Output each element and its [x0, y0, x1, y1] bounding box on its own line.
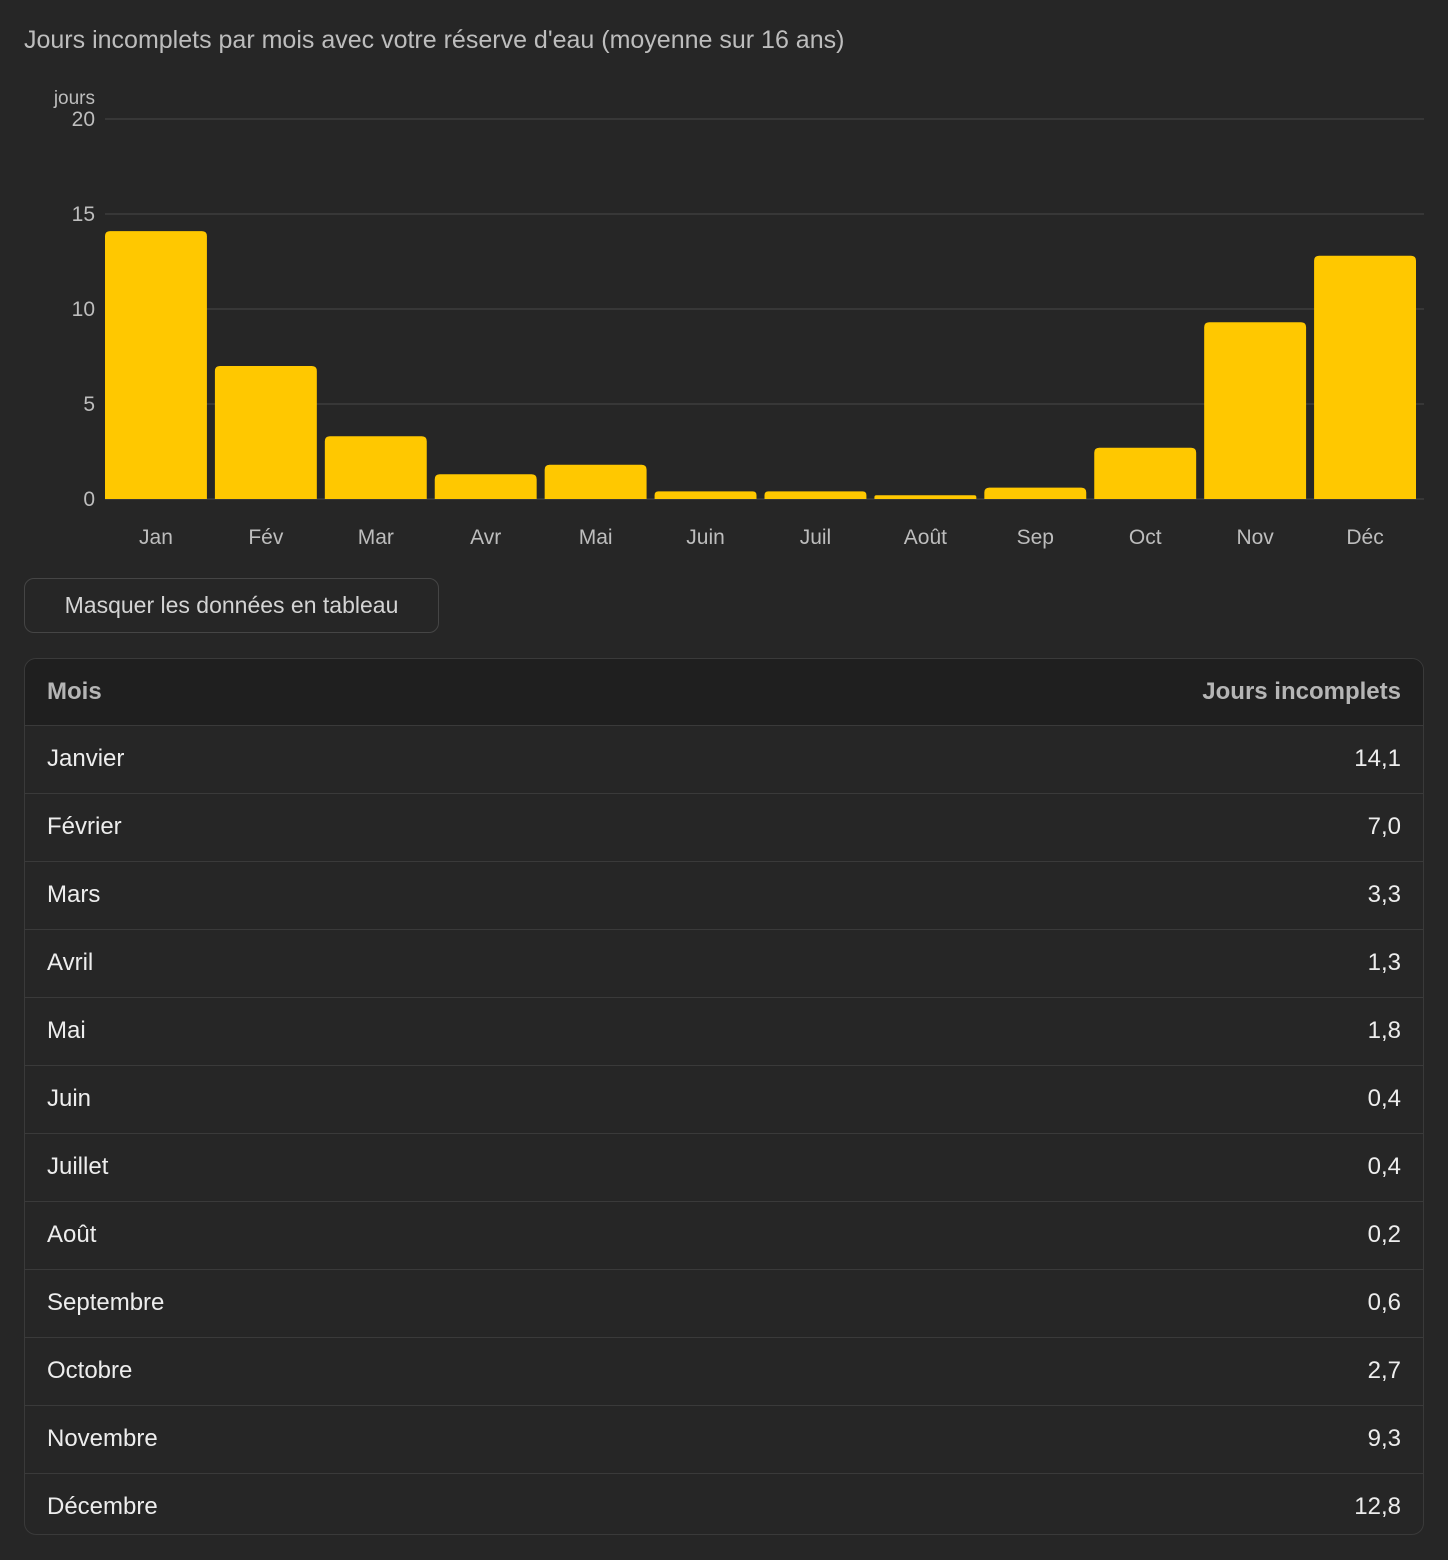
- incomplete-days-cell: 2,7: [583, 1337, 1423, 1406]
- incomplete-days-cell: 7,0: [583, 793, 1423, 862]
- incomplete-days-cell: 0,6: [583, 1269, 1423, 1338]
- table-row: Avril 1,3: [25, 929, 1423, 998]
- month-cell: Octobre: [25, 1337, 584, 1406]
- bars: [105, 231, 1416, 499]
- toggle-table-button[interactable]: Masquer les données en tableau: [24, 578, 439, 633]
- x-tick-label: Oct: [1129, 526, 1162, 549]
- month-cell: Juin: [25, 1065, 584, 1134]
- bar-déc[interactable]: [1314, 255, 1416, 499]
- bar-chart: jours 0 5 10 15 20 Jan Fév Mar Avr Mai Juin Juil Ao…: [53, 88, 1424, 549]
- y-tick-label: 15: [72, 203, 95, 226]
- data-table-container: Mois Jours incomplets Janvier 14,1 Février…: [24, 658, 1424, 1535]
- month-cell: Septembre: [25, 1269, 584, 1338]
- bar-août[interactable]: [874, 495, 977, 499]
- incomplete-days-cell: 9,3: [583, 1405, 1423, 1474]
- x-tick-label: Août: [904, 526, 947, 549]
- x-tick-label: Juil: [800, 526, 832, 549]
- bar-mai[interactable]: [544, 464, 647, 499]
- month-cell: Novembre: [25, 1405, 584, 1474]
- x-tick-label: Mar: [358, 526, 394, 549]
- month-cell: Février: [25, 793, 584, 862]
- bar-sep[interactable]: [984, 487, 1087, 499]
- bar-fév[interactable]: [214, 366, 317, 499]
- incomplete-days-cell: 0,2: [583, 1201, 1423, 1270]
- bar-jan[interactable]: [105, 231, 207, 499]
- table-row: Juillet 0,4: [25, 1133, 1423, 1202]
- table-row: Septembre 0,6: [25, 1269, 1423, 1338]
- y-tick-label: 20: [72, 108, 95, 131]
- bar-juil[interactable]: [764, 491, 867, 499]
- x-tick-label: Jan: [139, 526, 173, 549]
- table-row: Mai 1,8: [25, 997, 1423, 1066]
- bar-juin[interactable]: [654, 491, 757, 499]
- incomplete-days-cell: 1,3: [583, 929, 1423, 998]
- x-tick-label: Juin: [686, 526, 725, 549]
- month-cell: Mars: [25, 861, 584, 930]
- x-tick-label: Fév: [248, 526, 284, 549]
- x-tick-label: Avr: [470, 526, 501, 549]
- month-cell: Août: [25, 1201, 584, 1270]
- table-row: Novembre 9,3: [25, 1405, 1423, 1474]
- data-table: Mois Jours incomplets Janvier 14,1 Février…: [25, 659, 1423, 1534]
- column-header-month: Mois: [25, 659, 584, 726]
- month-cell: Décembre: [47, 1493, 158, 1521]
- table-row: Juin 0,4: [25, 1065, 1423, 1134]
- incomplete-days-cell: 3,3: [583, 861, 1423, 930]
- incomplete-days-cell: 1,8: [583, 997, 1423, 1066]
- bar-oct[interactable]: [1094, 447, 1197, 499]
- incomplete-days-cell: 14,1: [583, 725, 1423, 794]
- y-tick-label: 10: [72, 298, 95, 321]
- month-cell: Janvier: [25, 725, 584, 794]
- table-row: Octobre 2,7: [25, 1337, 1423, 1406]
- bar-nov[interactable]: [1204, 322, 1307, 499]
- column-header-incomplete-days: Jours incomplets: [583, 659, 1423, 726]
- y-axis-label: jours: [53, 88, 95, 109]
- incomplete-days-cell: 0,4: [583, 1065, 1423, 1134]
- x-tick-label: Mai: [579, 526, 613, 549]
- table-row: Janvier 14,1: [25, 725, 1423, 794]
- table-row: Février 7,0: [25, 793, 1423, 862]
- y-tick-label: 0: [83, 488, 95, 511]
- x-tick-label: Déc: [1346, 526, 1383, 549]
- table-row: Mars 3,3: [25, 861, 1423, 930]
- table-row: Août 0,2: [25, 1201, 1423, 1270]
- y-tick-label: 5: [83, 393, 95, 416]
- bar-mar[interactable]: [324, 436, 427, 499]
- table-header-row: Mois Jours incomplets: [25, 659, 1423, 726]
- incomplete-days-cell: 0,4: [583, 1133, 1423, 1202]
- table-row: Décembre 12,8: [25, 1473, 1423, 1534]
- y-tick-labels: 0 5 10 15 20: [72, 108, 95, 511]
- x-tick-labels: Jan Fév Mar Avr Mai Juin Juil Août Sep Oct Nov Déc: [139, 526, 1384, 549]
- month-cell: Avril: [25, 929, 584, 998]
- incomplete-days-cell: 12,8: [1354, 1493, 1401, 1521]
- month-cell: Juillet: [25, 1133, 584, 1202]
- x-tick-label: Sep: [1017, 526, 1054, 549]
- month-cell: Mai: [25, 997, 584, 1066]
- bar-avr[interactable]: [434, 474, 537, 499]
- x-tick-label: Nov: [1236, 526, 1274, 549]
